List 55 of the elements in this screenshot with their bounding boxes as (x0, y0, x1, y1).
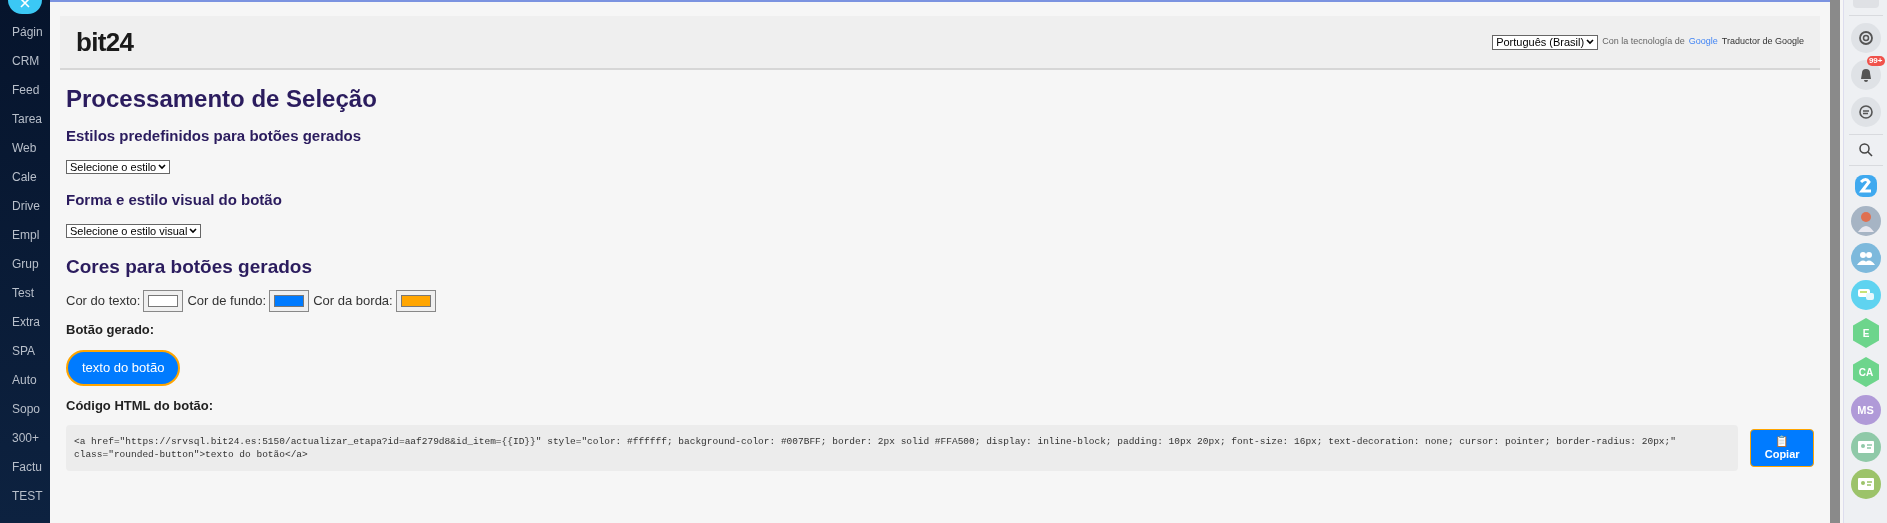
nav-item[interactable]: Drive (0, 192, 50, 221)
nav-item[interactable]: Auto (0, 366, 50, 395)
chat-bubbles-icon[interactable] (1850, 280, 1881, 310)
style-select[interactable]: Selecione o estilo (66, 160, 171, 174)
language-select[interactable]: Português (Brasil) (1492, 34, 1599, 50)
color-picker[interactable] (395, 290, 436, 312)
contact-card-icon[interactable] (1850, 432, 1881, 462)
section-heading: Cores para botões gerados (66, 255, 314, 279)
nav-item[interactable]: Factu (0, 453, 50, 482)
search-icon[interactable] (1857, 142, 1874, 158)
color-label: Cor da borda: (313, 292, 393, 311)
section-heading: Forma e estilo visual do botão (66, 190, 283, 210)
contact-card-icon[interactable] (1850, 469, 1881, 499)
powered-by-text: Con la tecnología de (1602, 35, 1685, 49)
logo: bit24 (76, 25, 134, 59)
color-picker[interactable] (269, 290, 310, 312)
group-icon[interactable] (1850, 243, 1881, 273)
color-label: Cor de fundo: (187, 292, 267, 311)
avatar[interactable] (1850, 206, 1881, 236)
nav-item[interactable]: 300+ (0, 424, 50, 453)
copy-button[interactable]: 📋 Copiar (1750, 429, 1814, 467)
color-label: Cor do texto: (66, 292, 141, 311)
caret-icon (1586, 39, 1595, 45)
nav-item[interactable]: Grup (0, 250, 50, 279)
close-icon[interactable] (20, 0, 30, 8)
preview-label: Botão gerado: (66, 321, 156, 339)
style-select[interactable]: Selecione o estilo visual (66, 224, 202, 238)
nav-item[interactable]: Cale (0, 163, 50, 192)
code-label: Código HTML do botão: (66, 396, 215, 415)
color-picker[interactable] (143, 290, 184, 312)
nav-item[interactable]: Test (0, 279, 50, 308)
code-line: class="rounded-button">texto do botão</a> (74, 448, 309, 461)
nav-item[interactable]: Empl (0, 221, 50, 250)
nav-item[interactable]: Págin (0, 18, 50, 47)
nav-item[interactable]: Tarea (0, 105, 50, 134)
caret-icon (189, 228, 198, 234)
bell-icon[interactable] (1850, 60, 1881, 90)
nav-item[interactable]: TEST (0, 482, 50, 511)
nav-item[interactable]: Sopo (0, 395, 50, 424)
ring-icon[interactable] (1850, 23, 1881, 53)
nav-item[interactable]: SPA (0, 337, 50, 366)
section-heading: Estilos predefinidos para botões gerados (66, 126, 363, 146)
translator-link[interactable]: Traductor de Google (1721, 35, 1804, 49)
google-text: Google (1688, 35, 1718, 49)
nav-item[interactable]: Web (0, 134, 50, 163)
app-logo-icon[interactable] (1852, 173, 1879, 199)
nav-item[interactable]: Extra (0, 308, 50, 337)
code-line: <a href="https://srvsql.bit24.es:5150/actualizar_etapa?id=aaf279d8&id_item={{ID}}" style="color: #ffffff; background-color: #007BFF; border: 2px solid #FFA500; display: inline-block; padding: 10px 20px; font-size: 16px; text-decoration: none; cursor: pointer; border-radius: 20px;" (74, 435, 1677, 448)
notification-badge: 99+ (1866, 56, 1885, 66)
generated-button[interactable]: texto do botão (66, 349, 181, 386)
nav-item[interactable]: Feed (0, 76, 50, 105)
caret-icon (158, 164, 167, 170)
chat-icon[interactable] (1850, 97, 1881, 127)
nav-item[interactable]: CRM (0, 47, 50, 76)
page-title: Processamento de Seleção (66, 84, 378, 114)
